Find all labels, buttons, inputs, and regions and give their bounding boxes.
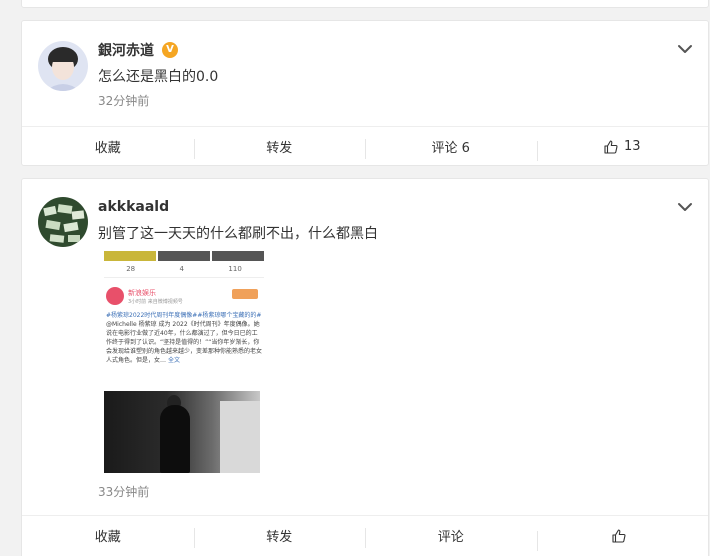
- chevron-down-icon[interactable]: [676, 198, 694, 216]
- thumbs-up-icon: [612, 528, 626, 543]
- repost-label: 转发: [266, 530, 293, 545]
- username[interactable]: akkkaald: [98, 199, 169, 215]
- image-photo: [104, 391, 260, 473]
- repost-label: 转发: [266, 141, 293, 156]
- comment-label: 评论 6: [431, 141, 470, 156]
- image-account-header: 新浪娱乐 3小时前 来自微博视频号: [106, 287, 262, 309]
- favorite-button[interactable]: 收藏: [22, 526, 194, 545]
- user-avatar[interactable]: [38, 41, 88, 91]
- image-account-name: 新浪娱乐: [128, 289, 156, 297]
- image-account-time: 3小时前 来自微博视频号: [128, 299, 183, 305]
- action-bar: 收藏 转发 评论 6 13: [22, 126, 708, 166]
- repost-button[interactable]: 转发: [193, 137, 366, 159]
- post-card: akkkaald 别管了这一天天的什么都刷不出，什么都黑白 28 4 110 新…: [21, 178, 709, 556]
- favorite-button[interactable]: 收藏: [22, 137, 194, 156]
- photo-backdrop-panel: [220, 401, 260, 473]
- post-text: 别管了这一天天的什么都刷不出，什么都黑白: [98, 226, 378, 242]
- previous-post-card-edge: [21, 0, 709, 8]
- comment-button[interactable]: 评论: [365, 526, 537, 548]
- image-stats-row: 28 4 110: [104, 265, 264, 278]
- like-button[interactable]: [536, 528, 709, 551]
- repost-button[interactable]: 转发: [193, 526, 366, 548]
- image-brand-logo: [232, 289, 258, 299]
- post-timestamp[interactable]: 33分钟前: [98, 483, 149, 500]
- photo-figure: [160, 405, 190, 473]
- username[interactable]: 銀河赤道: [98, 40, 154, 60]
- post-card: 銀河赤道 V 怎么还是黑白的0.0 32分钟前 收藏 转发 评论 6 13: [21, 20, 709, 166]
- user-avatar[interactable]: [38, 197, 88, 247]
- image-stat-comment: 4: [179, 265, 184, 273]
- comment-label: 评论: [437, 530, 464, 545]
- favorite-label: 收藏: [94, 141, 121, 156]
- action-bar: 收藏 转发 评论: [22, 515, 708, 555]
- post-text: 怎么还是黑白的0.0: [98, 69, 219, 85]
- image-more-link: 全文: [167, 357, 180, 364]
- like-button[interactable]: 13: [536, 139, 709, 161]
- image-body: @Michelle 杨紫琼 成为 2022《时代周刊》年度偶像。她说在电影行业做…: [106, 321, 263, 364]
- like-count: 13: [623, 139, 641, 154]
- image-stat-like: 110: [228, 265, 242, 273]
- image-body-text: #杨紫琼2022时代周刊年度偶像##杨紫琼哪个宝藏的的# @Michelle 杨…: [106, 311, 262, 365]
- favorite-label: 收藏: [94, 530, 121, 545]
- image-stat-repost: 28: [126, 265, 136, 273]
- image-account-avatar: [106, 287, 124, 305]
- post-image[interactable]: 28 4 110 新浪娱乐 3小时前 来自微博视频号 #杨紫琼2022时代周刊年…: [104, 251, 264, 473]
- image-top-strip: [104, 251, 264, 261]
- thumbs-up-icon: [604, 139, 618, 154]
- comment-button[interactable]: 评论 6: [365, 137, 537, 159]
- image-hashtag-link: #杨紫琼2022时代周刊年度偶像##杨紫琼哪个宝藏的的#: [106, 312, 262, 319]
- chevron-down-icon[interactable]: [676, 40, 694, 58]
- post-timestamp[interactable]: 32分钟前: [98, 92, 149, 109]
- verified-badge-icon: V: [162, 42, 178, 58]
